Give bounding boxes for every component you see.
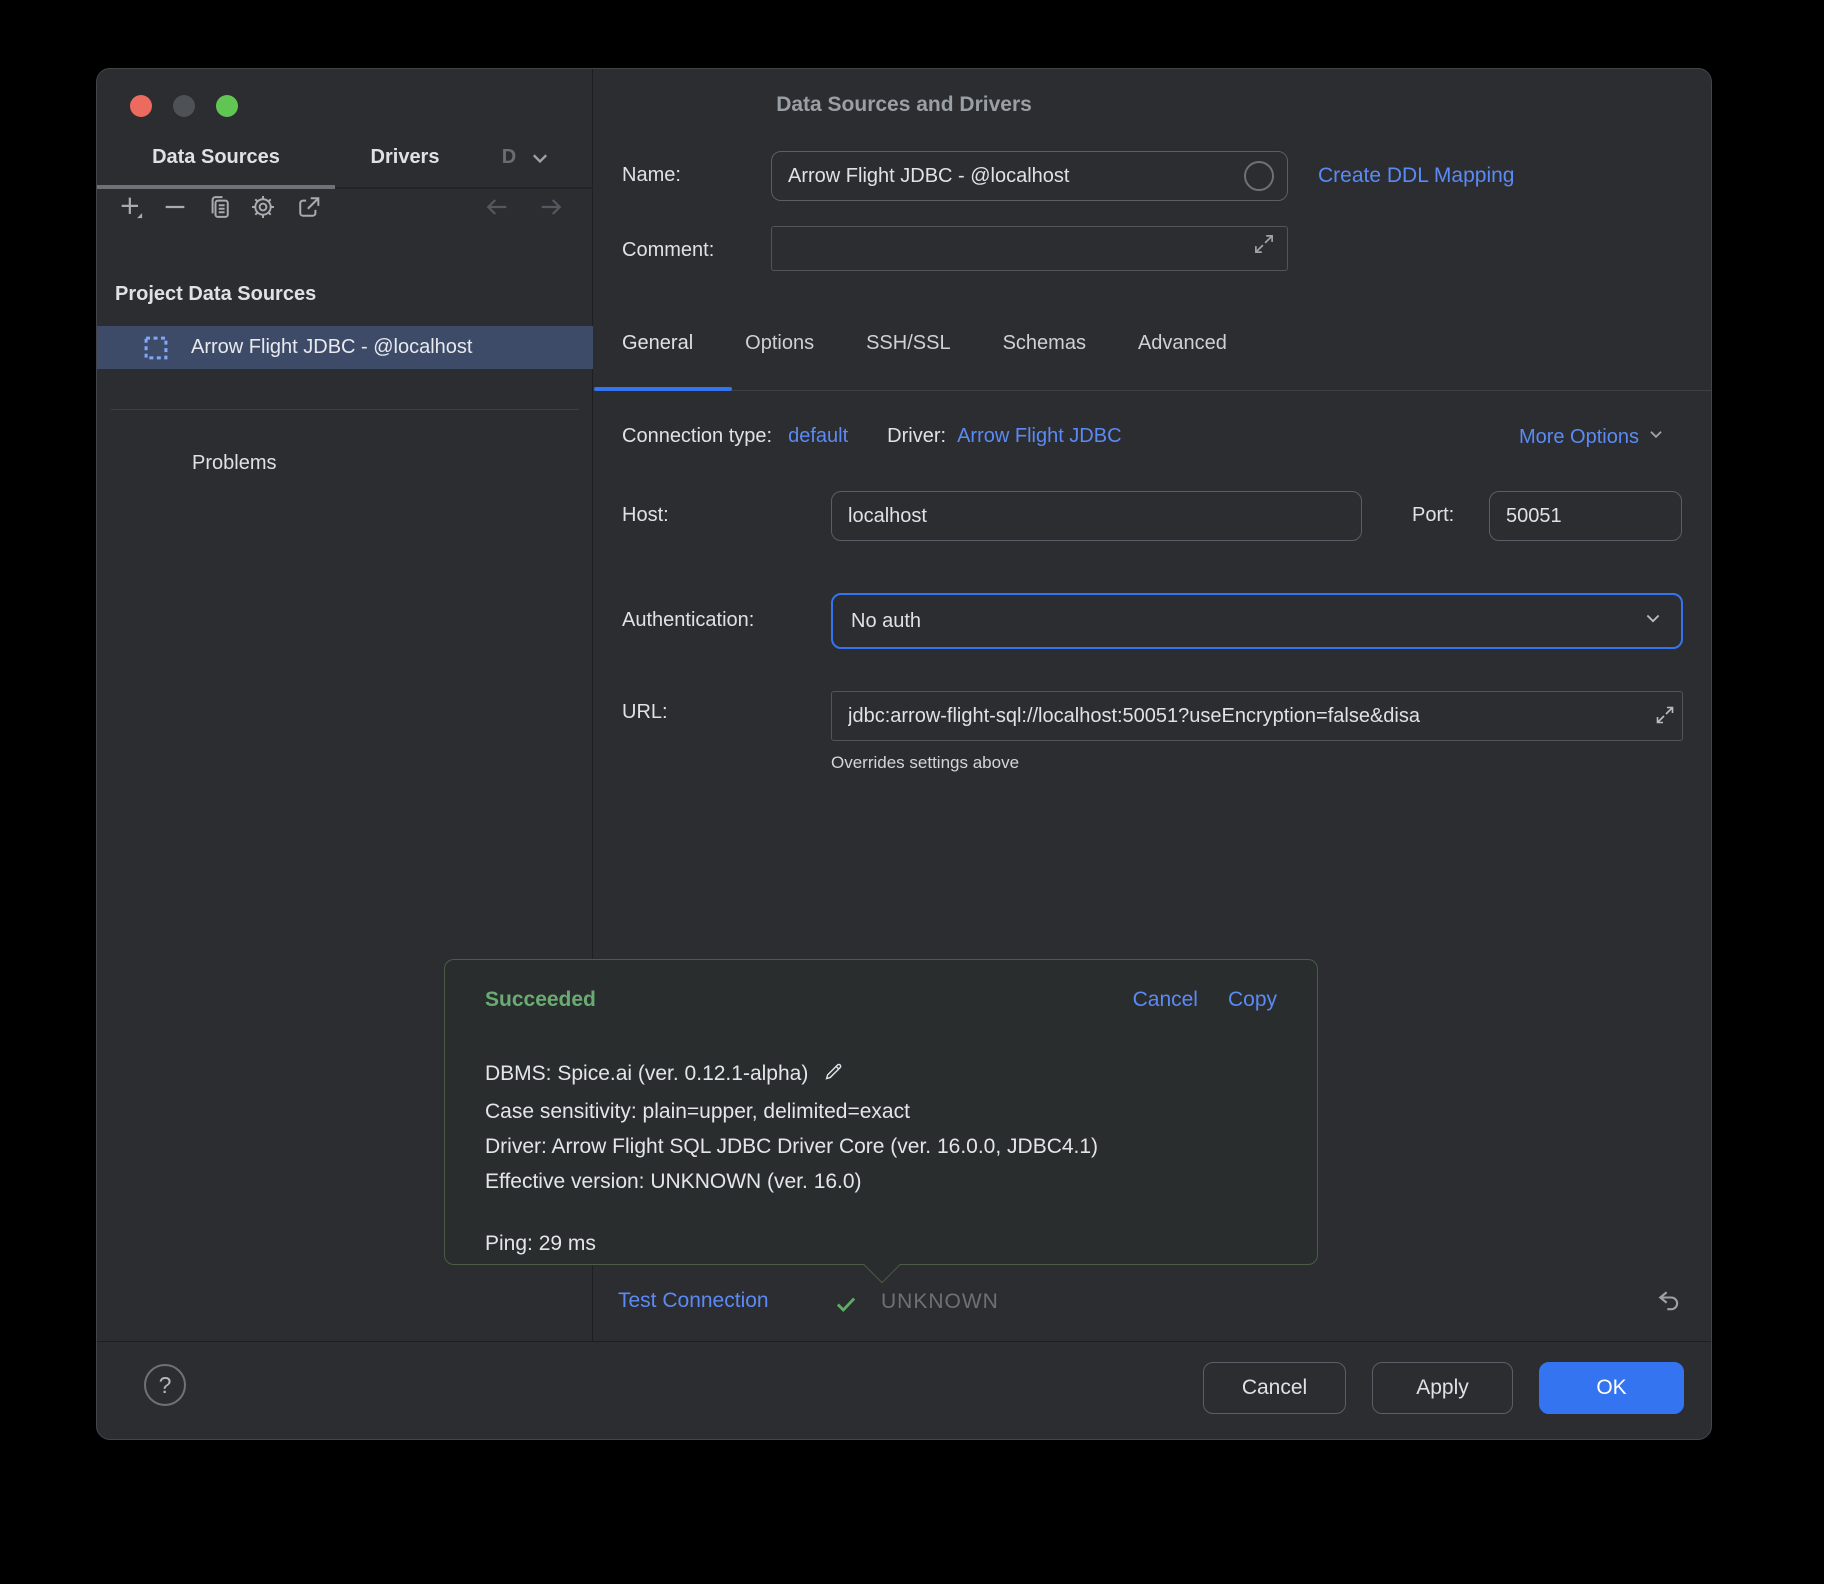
tab-ssh-ssl[interactable]: SSH/SSL <box>866 332 950 355</box>
port-label: Port: <box>1412 504 1454 527</box>
project-data-sources-header: Project Data Sources <box>115 283 316 306</box>
tab-bar-divider <box>594 390 1711 391</box>
test-connection-link[interactable]: Test Connection <box>618 1289 769 1313</box>
popup-ping-line: Ping: 29 ms <box>485 1232 596 1256</box>
settings-tab-bar: General Options SSH/SSL Schemas Advanced <box>622 332 1227 355</box>
tab-general[interactable]: General <box>622 332 693 355</box>
data-source-item-label: Arrow Flight JDBC - @localhost <box>191 336 472 359</box>
url-label: URL: <box>622 701 668 724</box>
general-tab-underline <box>594 387 732 391</box>
popup-case-sensitivity-line: Case sensitivity: plain=upper, delimited… <box>485 1094 1098 1129</box>
popup-status: Succeeded <box>485 988 596 1012</box>
edit-pencil-icon[interactable] <box>822 1059 845 1094</box>
name-label: Name: <box>622 164 681 187</box>
url-input[interactable] <box>831 691 1683 741</box>
authentication-value: No auth <box>851 610 921 633</box>
connection-type-row: Connection type: default Driver: Arrow F… <box>622 425 1122 448</box>
name-field-circle-icon <box>1244 161 1274 191</box>
url-hint-text: Overrides settings above <box>831 753 1019 773</box>
url-expand-icon[interactable] <box>1653 703 1677 732</box>
settings-gear-icon[interactable] <box>247 191 279 223</box>
popup-copy-link[interactable]: Copy <box>1228 988 1277 1012</box>
more-options-link[interactable]: More Options <box>1519 425 1665 449</box>
comment-expand-icon[interactable] <box>1251 231 1277 262</box>
comment-label: Comment: <box>622 239 714 262</box>
test-connection-result-popup: Succeeded Cancel Copy DBMS: Spice.ai (ve… <box>444 959 1318 1265</box>
connection-type-value-link[interactable]: default <box>788 425 848 448</box>
popup-details: DBMS: Spice.ai (ver. 0.12.1-alpha) Case … <box>485 1056 1098 1199</box>
data-sources-dialog: Data Sources and Drivers Data Sources Dr… <box>96 68 1712 1440</box>
more-options-chevron-icon <box>1647 425 1665 449</box>
popup-pointer <box>864 1247 901 1284</box>
create-ddl-mapping-link[interactable]: Create DDL Mapping <box>1318 164 1515 188</box>
authentication-label: Authentication: <box>622 609 754 632</box>
active-tab-underline <box>97 185 335 189</box>
host-input[interactable] <box>831 491 1362 541</box>
back-arrow-icon[interactable] <box>481 191 513 223</box>
connection-type-label: Connection type: <box>622 425 772 448</box>
left-toolbar <box>97 191 593 241</box>
tab-overflow-truncated[interactable]: D <box>495 127 523 187</box>
add-data-source-icon[interactable] <box>115 191 147 223</box>
remove-data-source-icon[interactable] <box>159 191 191 223</box>
tree-divider <box>111 409 579 410</box>
popup-effective-version-line: Effective version: UNKNOWN (ver. 16.0) <box>485 1164 1098 1199</box>
left-tab-strip: Data Sources Drivers D <box>97 127 593 189</box>
cancel-button[interactable]: Cancel <box>1203 1362 1346 1414</box>
tab-overflow-chevron-icon[interactable] <box>529 147 551 174</box>
host-label: Host: <box>622 504 669 527</box>
forward-arrow-icon[interactable] <box>535 191 567 223</box>
tree-item-problems[interactable]: Problems <box>97 443 593 483</box>
popup-driver-line: Driver: Arrow Flight SQL JDBC Driver Cor… <box>485 1129 1098 1164</box>
tab-schemas[interactable]: Schemas <box>1003 332 1086 355</box>
ok-button[interactable]: OK <box>1539 1362 1684 1414</box>
driver-label: Driver: <box>887 425 946 448</box>
open-in-new-icon[interactable] <box>293 191 325 223</box>
data-source-tree-item-selected[interactable]: Arrow Flight JDBC - @localhost <box>97 326 593 369</box>
authentication-chevron-icon <box>1643 608 1663 634</box>
port-input[interactable] <box>1489 491 1682 541</box>
tab-options[interactable]: Options <box>745 332 814 355</box>
revert-undo-icon[interactable] <box>1649 1281 1689 1321</box>
popup-dbms-line: DBMS: Spice.ai (ver. 0.12.1-alpha) <box>485 1056 1098 1094</box>
comment-input[interactable] <box>771 226 1288 271</box>
driver-value-link[interactable]: Arrow Flight JDBC <box>957 425 1121 448</box>
test-result-status: UNKNOWN <box>881 1290 999 1314</box>
authentication-select[interactable]: No auth <box>831 593 1683 649</box>
duplicate-icon[interactable] <box>203 191 235 223</box>
arrow-flight-datasource-icon <box>142 334 170 367</box>
apply-button[interactable]: Apply <box>1372 1362 1513 1414</box>
help-button[interactable]: ? <box>144 1364 186 1406</box>
name-input[interactable] <box>771 151 1288 201</box>
tab-advanced[interactable]: Advanced <box>1138 332 1227 355</box>
problems-label: Problems <box>192 452 276 475</box>
tab-drivers[interactable]: Drivers <box>345 127 465 187</box>
success-check-icon <box>833 1291 859 1322</box>
dialog-footer: ? Cancel Apply OK <box>97 1341 1711 1440</box>
tab-data-sources[interactable]: Data Sources <box>97 127 335 187</box>
popup-cancel-link[interactable]: Cancel <box>1133 988 1198 1012</box>
